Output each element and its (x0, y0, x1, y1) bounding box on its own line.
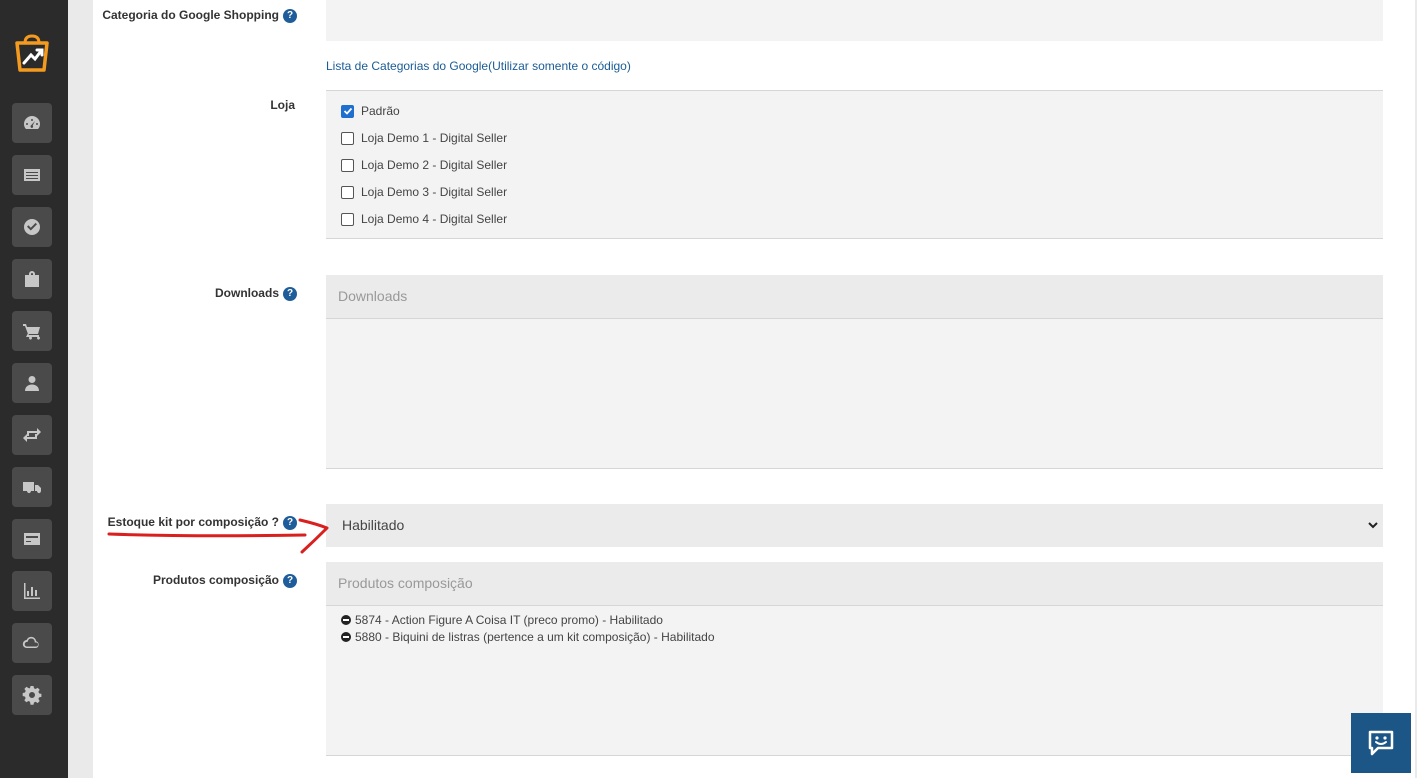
store-label: Loja (270, 98, 295, 112)
store-option-label: Loja Demo 3 - Digital Seller (361, 185, 508, 199)
check-circle-icon[interactable] (12, 207, 52, 247)
store-option-3[interactable]: Loja Demo 3 - Digital Seller (341, 185, 507, 199)
store-option-label: Padrão (361, 104, 400, 118)
remove-icon[interactable] (341, 615, 351, 625)
kit-stock-value: Habilitado (342, 517, 405, 533)
store-option-label: Loja Demo 2 - Digital Seller (361, 158, 508, 172)
store-option-1[interactable]: Loja Demo 1 - Digital Seller (341, 131, 507, 145)
checkbox[interactable] (341, 158, 354, 172)
shopping-bag-logo-icon[interactable] (13, 33, 51, 73)
checkbox[interactable] (341, 185, 354, 199)
composition-search-input[interactable]: Produtos composição (326, 562, 1383, 606)
bar-chart-icon[interactable] (12, 571, 52, 611)
store-option-2[interactable]: Loja Demo 2 - Digital Seller (341, 158, 507, 172)
help-icon[interactable]: ? (283, 574, 297, 588)
composition-list (326, 606, 1383, 756)
help-icon[interactable]: ? (283, 287, 297, 301)
checkbox[interactable] (341, 212, 354, 226)
composition-item: 5880 - Biquini de listras (pertence a um… (341, 630, 715, 644)
user-icon[interactable] (12, 363, 52, 403)
list-icon[interactable] (12, 155, 52, 195)
downloads-search-input[interactable]: Downloads (326, 275, 1383, 319)
google-category-input[interactable] (326, 0, 1383, 41)
composition-label: Produtos composição? (153, 573, 297, 588)
downloads-label: Downloads? (215, 286, 297, 301)
downloads-list[interactable] (326, 319, 1383, 469)
composition-item: 5874 - Action Figure A Coisa IT (preco p… (341, 613, 663, 627)
checkbox[interactable] (341, 104, 354, 118)
store-option-label: Loja Demo 4 - Digital Seller (361, 212, 508, 226)
gear-icon[interactable] (12, 675, 52, 715)
store-option-4[interactable]: Loja Demo 4 - Digital Seller (341, 212, 507, 226)
help-icon[interactable]: ? (283, 9, 297, 23)
bag-icon[interactable] (12, 259, 52, 299)
composition-item-label: 5880 - Biquini de listras (pertence a um… (355, 630, 715, 644)
truck-icon[interactable] (12, 467, 52, 507)
store-option-label: Loja Demo 1 - Digital Seller (361, 131, 508, 145)
annotation-arrow-icon (107, 518, 329, 554)
chat-icon (1368, 730, 1394, 756)
kit-stock-select[interactable]: Habilitado (326, 504, 1383, 547)
chevron-down-icon (1368, 522, 1378, 529)
cart-icon[interactable] (12, 311, 52, 351)
credit-card-icon[interactable] (12, 519, 52, 559)
google-categories-link[interactable]: Lista de Categorias do Google(Utilizar s… (326, 59, 631, 73)
composition-item-label: 5874 - Action Figure A Coisa IT (preco p… (355, 613, 663, 627)
exchange-icon[interactable] (12, 415, 52, 455)
google-category-label: Categoria do Google Shopping? (102, 8, 297, 23)
chat-button[interactable] (1351, 713, 1411, 773)
checkbox[interactable] (341, 131, 354, 145)
dashboard-icon[interactable] (12, 103, 52, 143)
remove-icon[interactable] (341, 632, 351, 642)
cloud-icon[interactable] (12, 623, 52, 663)
store-option-0[interactable]: Padrão (341, 104, 400, 118)
sidebar (0, 0, 68, 778)
